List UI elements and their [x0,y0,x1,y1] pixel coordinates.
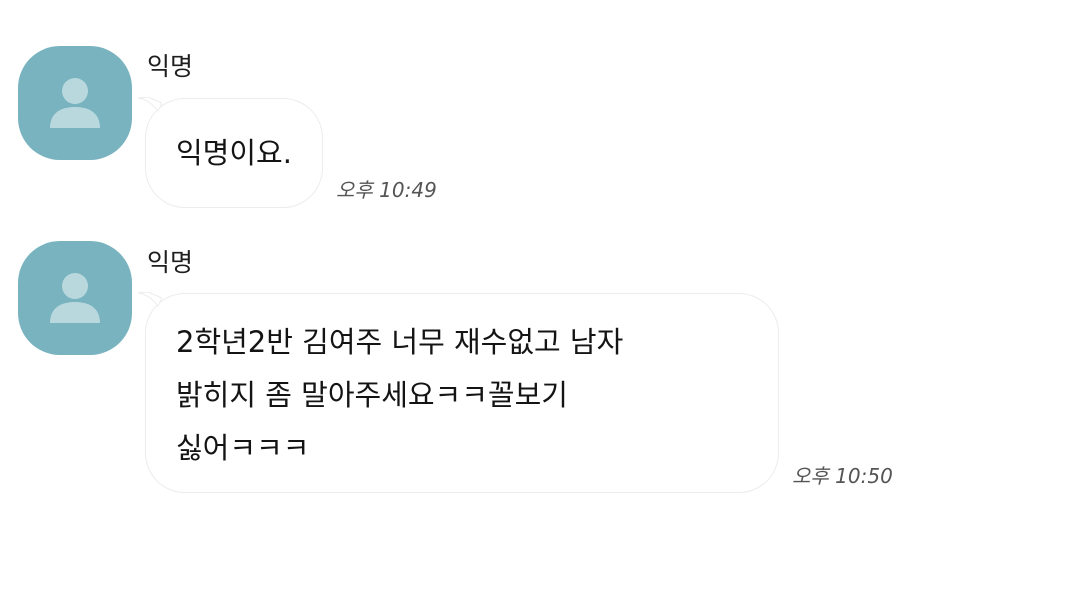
sender-name: 익명 [147,248,194,277]
message-timestamp: 오후 10:49 [336,178,437,202]
message-bubble[interactable]: 2학년2반 김여주 너무 재수없고 남자 밝히지 좀 말아주세요ㅋㅋ꼴보기 싫어… [138,292,779,493]
message-text: 2학년2반 김여주 너무 재수없고 남자 밝히지 좀 말아주세요ㅋㅋ꼴보기 싫어… [176,325,624,465]
sender-avatar[interactable] [18,46,132,160]
sender-avatar[interactable] [18,241,132,355]
message-text: 익명이요. [176,136,292,170]
message-timestamp: 오후 10:50 [792,464,893,488]
message-bubble[interactable]: 익명이요. [138,97,323,208]
bubble-tail [138,292,162,307]
sender-name: 익명 [147,52,194,81]
bubble-tail [138,97,162,112]
default-person-icon [50,273,100,323]
default-person-icon [50,78,100,128]
